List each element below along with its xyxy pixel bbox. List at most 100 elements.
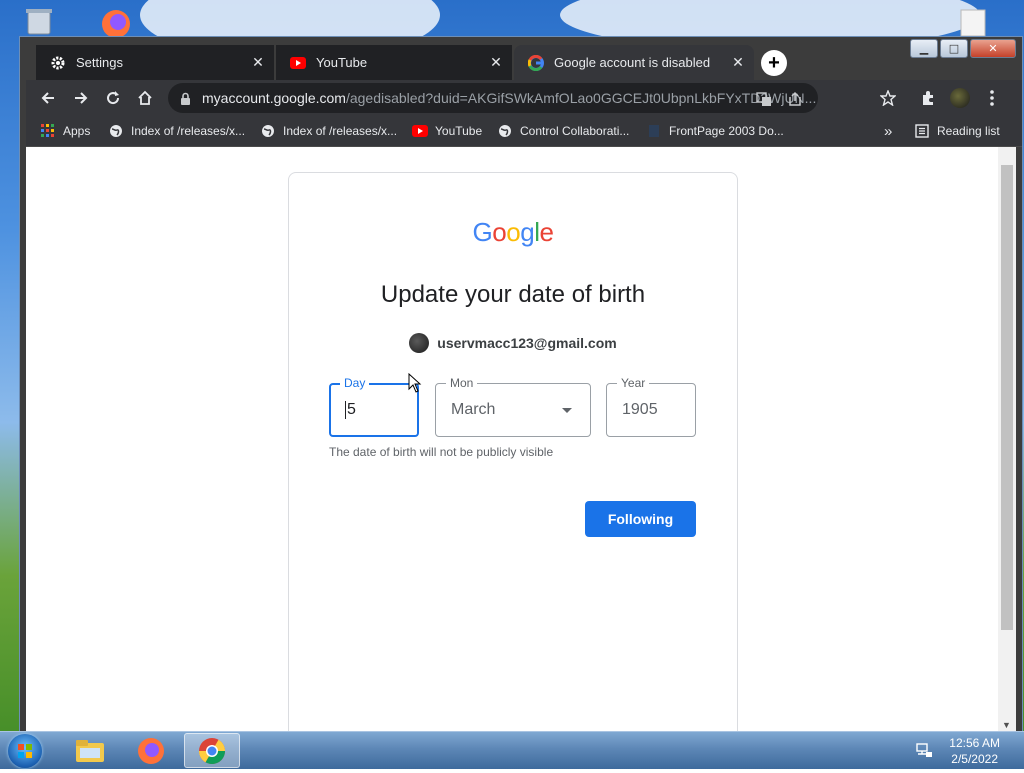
translate-icon[interactable] (754, 89, 774, 109)
bookmark-control-collaboration[interactable]: Control Collaborati... (497, 122, 629, 140)
bookmark-star-icon[interactable] (876, 86, 900, 110)
year-value: 1905 (622, 401, 658, 418)
year-label: Year (617, 376, 650, 390)
reload-button[interactable] (101, 86, 125, 110)
home-icon (138, 90, 152, 105)
firefox-icon (138, 737, 164, 764)
logo-letter: o (506, 217, 521, 247)
gear-icon (50, 55, 66, 71)
network-icon[interactable] (915, 742, 933, 763)
next-button[interactable]: Following (585, 501, 696, 537)
tab-title: Google account is disabled (554, 55, 711, 70)
logo-letter: g (520, 217, 535, 247)
day-label: Day (340, 376, 370, 390)
bookmarks-overflow-button[interactable]: » (884, 122, 892, 140)
bookmark-label: YouTube (435, 124, 483, 138)
tab-google-account-disabled[interactable]: Google account is disabled ✕ (514, 45, 754, 80)
bookmark-frontpage-2003[interactable]: FrontPage 2003 Do... (646, 122, 784, 140)
bookmark-label: Apps (63, 124, 91, 138)
bookmark-label: Index of /releases/x... (131, 124, 246, 138)
url-text: myaccount.google.com/agedisabled?duid=AK… (202, 90, 816, 106)
reload-icon (107, 91, 120, 105)
tab-close-icon[interactable]: ✕ (730, 54, 746, 71)
globe-icon (497, 123, 513, 139)
scrollbar-thumb[interactable] (1001, 165, 1013, 630)
dob-card: Google Update your date of birth uservma… (288, 172, 738, 732)
apps-grid-icon (40, 123, 56, 139)
vertical-scrollbar[interactable]: ▼ (998, 147, 1016, 732)
taskbar-chrome[interactable] (184, 733, 240, 768)
lock-icon (180, 92, 192, 105)
page-icon (646, 123, 662, 139)
mouse-pointer-icon (408, 372, 422, 398)
bookmark-label: FrontPage 2003 Do... (669, 124, 784, 138)
back-button[interactable] (36, 86, 60, 110)
bookmark-youtube[interactable]: YouTube (412, 122, 482, 140)
tab-close-icon[interactable]: ✕ (488, 54, 504, 71)
bookmark-index-releases-2[interactable]: Index of /releases/x... (260, 122, 397, 140)
taskbar: 12:56 AM 2/5/2022 (0, 731, 1024, 769)
logo-letter: o (492, 217, 507, 247)
account-chip[interactable]: uservmacc123@gmail.com (289, 333, 737, 353)
month-label: Mon (446, 376, 478, 390)
clock-time: 12:56 AM (949, 736, 1000, 750)
share-icon[interactable] (785, 89, 805, 109)
google-icon (528, 54, 544, 71)
page-content: Google Update your date of birth uservma… (26, 147, 998, 732)
clock-date: 2/5/2022 (951, 752, 998, 766)
forward-arrow-icon (75, 92, 88, 104)
tab-settings[interactable]: Settings ✕ (36, 45, 274, 80)
globe-icon (108, 123, 124, 139)
profile-avatar[interactable] (948, 86, 972, 110)
extensions-puzzle-icon[interactable] (916, 86, 940, 110)
taskbar-firefox[interactable] (123, 733, 179, 768)
start-button[interactable] (8, 734, 42, 768)
tab-title: YouTube (316, 55, 368, 70)
avatar (409, 333, 430, 353)
bookmark-index-releases-1[interactable]: Index of /releases/x... (108, 122, 245, 140)
bookmarks-bar: Apps Index of /releases/x... Index of /r… (26, 116, 1022, 147)
globe-icon (260, 123, 276, 139)
month-value: March (451, 401, 496, 418)
tab-youtube[interactable]: YouTube ✕ (276, 45, 512, 80)
browser-window: ▁ □ ✕ Settings ✕ YouTube ✕ Google accoun… (20, 37, 1022, 732)
system-clock[interactable]: 12:56 AM 2/5/2022 (949, 735, 1000, 767)
bookmark-apps[interactable]: Apps (40, 122, 90, 140)
url-path: /agedisabled?duid=AKGifSWkAmfOLao0GGCEJt… (345, 90, 817, 106)
day-value: 5 (347, 401, 356, 419)
back-arrow-icon (41, 92, 54, 104)
reading-list-label: Reading list (937, 124, 1000, 138)
home-button[interactable] (133, 86, 157, 110)
logo-letter: G (472, 217, 493, 247)
account-email: uservmacc123@gmail.com (437, 335, 617, 351)
tab-close-icon[interactable]: ✕ (250, 54, 266, 71)
folder-icon (76, 739, 104, 762)
reading-list-icon (914, 123, 930, 139)
youtube-icon (412, 123, 428, 139)
logo-letter: e (539, 217, 554, 247)
menu-kebab-icon[interactable] (980, 86, 1004, 110)
youtube-icon (290, 55, 306, 71)
scroll-down-icon[interactable]: ▼ (1002, 720, 1011, 730)
address-bar[interactable]: myaccount.google.com/agedisabled?duid=AK… (168, 83, 818, 113)
bookmark-label: Index of /releases/x... (283, 124, 398, 138)
page-title: Update your date of birth (380, 281, 646, 308)
privacy-hint: The date of birth will not be publicly v… (329, 445, 554, 459)
recycle-bin-icon[interactable] (22, 6, 56, 41)
bookmark-label: Control Collaborati... (520, 124, 630, 138)
url-host: myaccount.google.com (202, 90, 346, 106)
dropdown-arrow-icon (562, 408, 572, 413)
browser-toolbar: myaccount.google.com/agedisabled?duid=AK… (26, 80, 1022, 116)
day-field[interactable]: Day 5 (329, 376, 419, 437)
tab-title: Settings (76, 55, 123, 70)
windows-logo-icon (18, 744, 32, 758)
taskbar-explorer[interactable] (62, 733, 118, 768)
month-select[interactable]: Mon March (435, 376, 591, 437)
tab-strip: Settings ✕ YouTube ✕ Google account is d… (26, 45, 1022, 80)
chrome-icon (198, 737, 226, 764)
forward-button[interactable] (69, 86, 93, 110)
google-logo: Google (289, 217, 737, 248)
reading-list-button[interactable]: Reading list (914, 122, 1000, 140)
new-tab-button[interactable]: + (761, 50, 787, 76)
year-field[interactable]: Year 1905 (606, 376, 696, 437)
